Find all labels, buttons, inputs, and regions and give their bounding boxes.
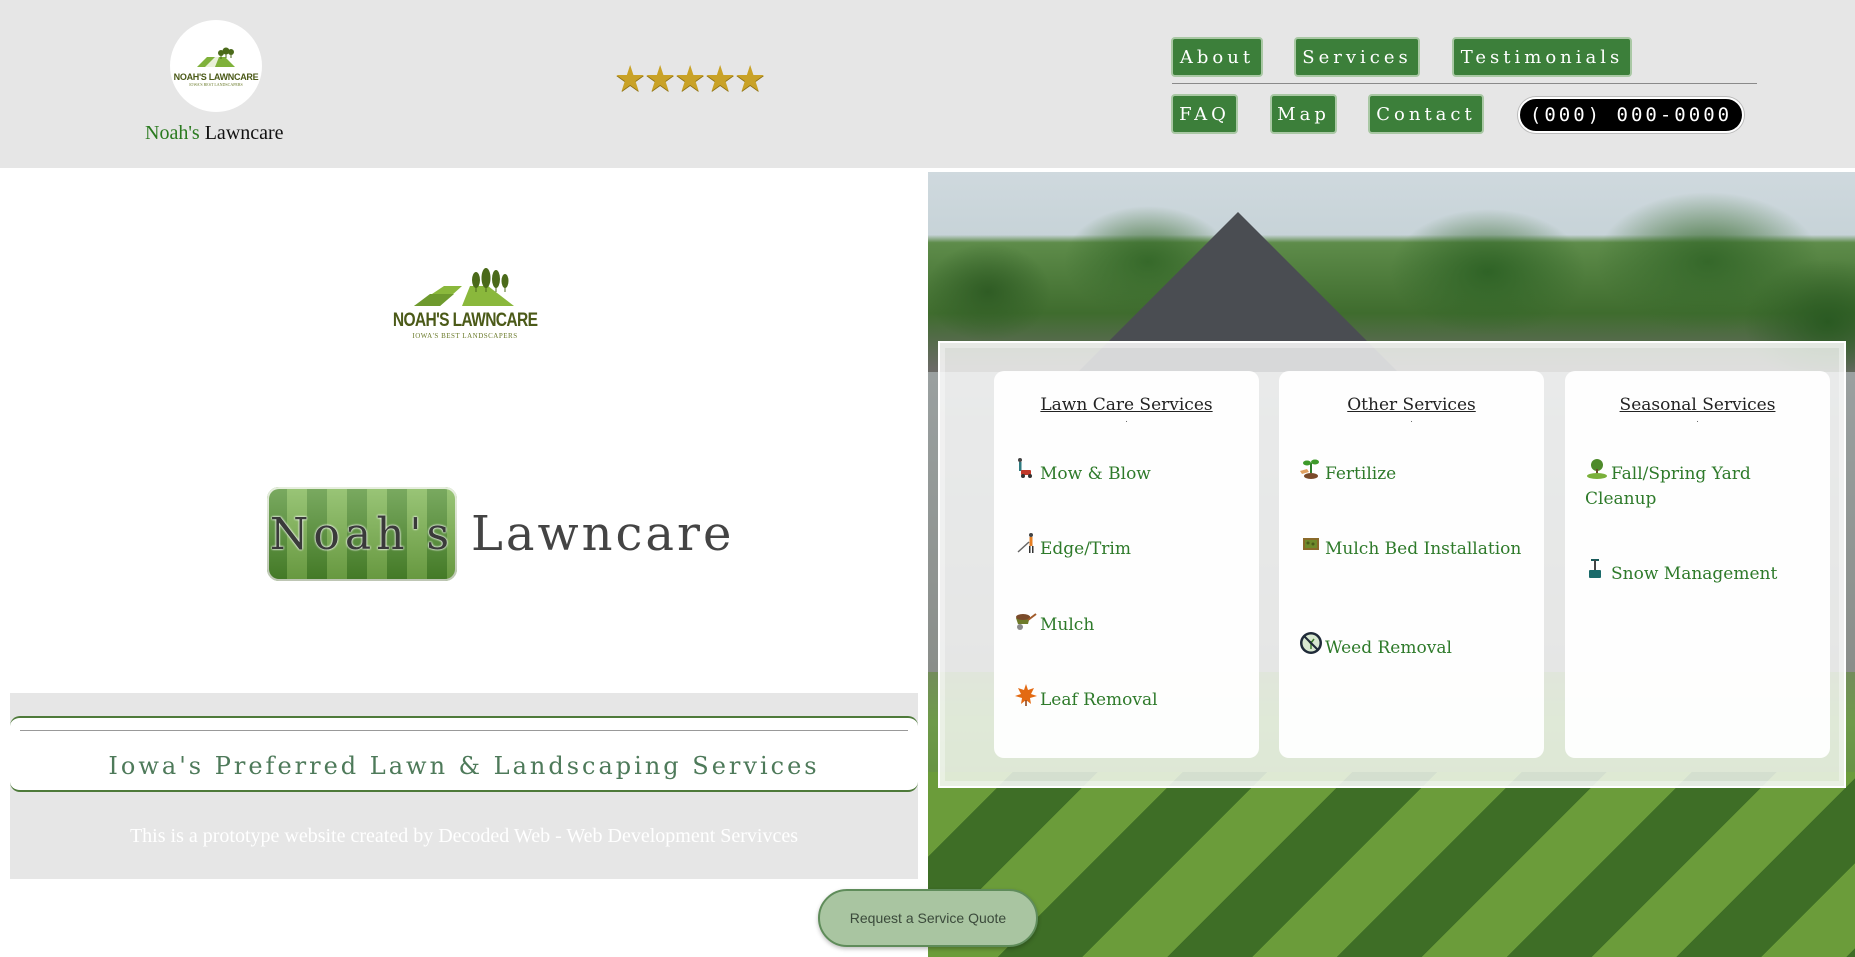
star-icon: ★: [644, 59, 677, 100]
header-logo-subtitle: IOWA'S BEST LANDSCAPERS: [189, 82, 243, 87]
site-header: NOAH'S LAWNCARE IOWA'S BEST LANDSCAPERS …: [0, 0, 1855, 168]
service-label: Leaf Removal: [1040, 690, 1158, 710]
nav-contact-button[interactable]: Contact: [1368, 94, 1484, 134]
star-icon: ★: [614, 59, 647, 100]
nav-testimonials-button[interactable]: Testimonials: [1452, 37, 1632, 77]
grass-title-badge: Noah's: [267, 487, 457, 581]
service-label: Mulch: [1040, 615, 1095, 635]
service-label: Weed Removal: [1325, 638, 1452, 658]
main-logo: NOAH'S LAWNCARE IOWA'S BEST LANDSCAPERS: [392, 268, 538, 356]
seedling-icon: [1300, 459, 1319, 479]
service-mow-blow[interactable]: Mow & Blow: [1014, 457, 1249, 487]
service-edge-trim[interactable]: Edge/Trim: [1014, 532, 1249, 562]
service-leaf-removal[interactable]: Leaf Removal: [1014, 683, 1249, 713]
card-dot: .: [1410, 415, 1413, 424]
service-fall-spring-cleanup[interactable]: Fall/Spring Yard Cleanup: [1585, 457, 1820, 512]
tagline-divider: [20, 730, 908, 731]
star-icon: ★: [704, 59, 737, 100]
other-services-card: Other Services . Fertilize Mulch Bed Ins…: [1279, 371, 1544, 758]
nav-divider: [1172, 83, 1757, 84]
service-label: Mow & Blow: [1040, 464, 1151, 484]
service-label: Mulch Bed Installation: [1325, 539, 1522, 559]
star-icon: ★: [734, 59, 767, 100]
header-logo[interactable]: NOAH'S LAWNCARE IOWA'S BEST LANDSCAPERS: [170, 20, 262, 112]
hero-title: Noah's Lawncare: [267, 487, 734, 581]
other-services-title[interactable]: Other Services: [1279, 395, 1544, 415]
hero-title-first: Noah's: [269, 508, 455, 560]
service-snow-management[interactable]: Snow Management: [1585, 557, 1820, 587]
brand-name-first: Noah's: [145, 122, 200, 144]
lawn-mower-icon: [1018, 458, 1032, 478]
rating-stars: ★ ★ ★ ★ ★: [614, 59, 767, 100]
lawn-care-services-card: Lawn Care Services . Mow & Blow Edge/Tri…: [994, 371, 1259, 758]
mulch-bed-icon: [1303, 538, 1319, 550]
tagline-text: Iowa's Preferred Lawn & Landscaping Serv…: [108, 752, 820, 780]
service-label: Snow Management: [1611, 564, 1778, 584]
maple-leaf-icon: [1015, 684, 1037, 706]
star-icon: ★: [674, 59, 707, 100]
nav-map-button[interactable]: Map: [1270, 94, 1337, 134]
service-mulch[interactable]: Mulch: [1014, 608, 1249, 638]
nav-about-button[interactable]: About: [1171, 37, 1263, 77]
no-weeds-icon: [1300, 632, 1322, 654]
nav-faq-button[interactable]: FAQ: [1171, 94, 1238, 134]
trimmer-icon: [1017, 533, 1034, 553]
phone-number-button[interactable]: (000) 000-0000: [1518, 97, 1744, 133]
service-mulch-bed-installation[interactable]: Mulch Bed Installation: [1299, 532, 1534, 562]
hero-title-second: Lawncare: [471, 506, 735, 562]
header-logo-title: NOAH'S LAWNCARE: [173, 72, 259, 82]
service-label: Edge/Trim: [1040, 539, 1131, 559]
service-label: Fertilize: [1325, 464, 1397, 484]
seasonal-services-title[interactable]: Seasonal Services: [1565, 395, 1830, 415]
seasonal-services-card: Seasonal Services . Fall/Spring Yard Cle…: [1565, 371, 1830, 758]
card-dot: .: [1696, 415, 1699, 424]
service-weed-removal[interactable]: Weed Removal: [1299, 631, 1534, 661]
main-logo-subtitle: IOWA'S BEST LANDSCAPERS: [412, 332, 518, 340]
lawn-care-services-title[interactable]: Lawn Care Services: [994, 395, 1259, 415]
hero-lawn: [928, 772, 1855, 957]
lawn-logo-icon: [197, 47, 235, 67]
snow-shovel-icon: [1589, 559, 1601, 578]
prototype-note: This is a prototype website created by D…: [129, 825, 799, 847]
request-quote-button[interactable]: Request a Service Quote: [818, 889, 1038, 947]
wheelbarrow-icon: [1016, 613, 1037, 630]
brand-name-second: Lawncare: [204, 122, 284, 144]
service-fertilize[interactable]: Fertilize: [1299, 457, 1534, 487]
service-label: Fall/Spring Yard Cleanup: [1585, 464, 1751, 509]
nav-services-button[interactable]: Services: [1294, 37, 1420, 77]
card-dot: .: [1125, 415, 1128, 424]
main-logo-title: NOAH'S LAWNCARE: [392, 310, 538, 331]
brand-name[interactable]: Noah's Lawncare: [145, 122, 284, 145]
tree-island-icon: [1587, 459, 1607, 479]
lawn-logo-icon: [414, 268, 514, 306]
